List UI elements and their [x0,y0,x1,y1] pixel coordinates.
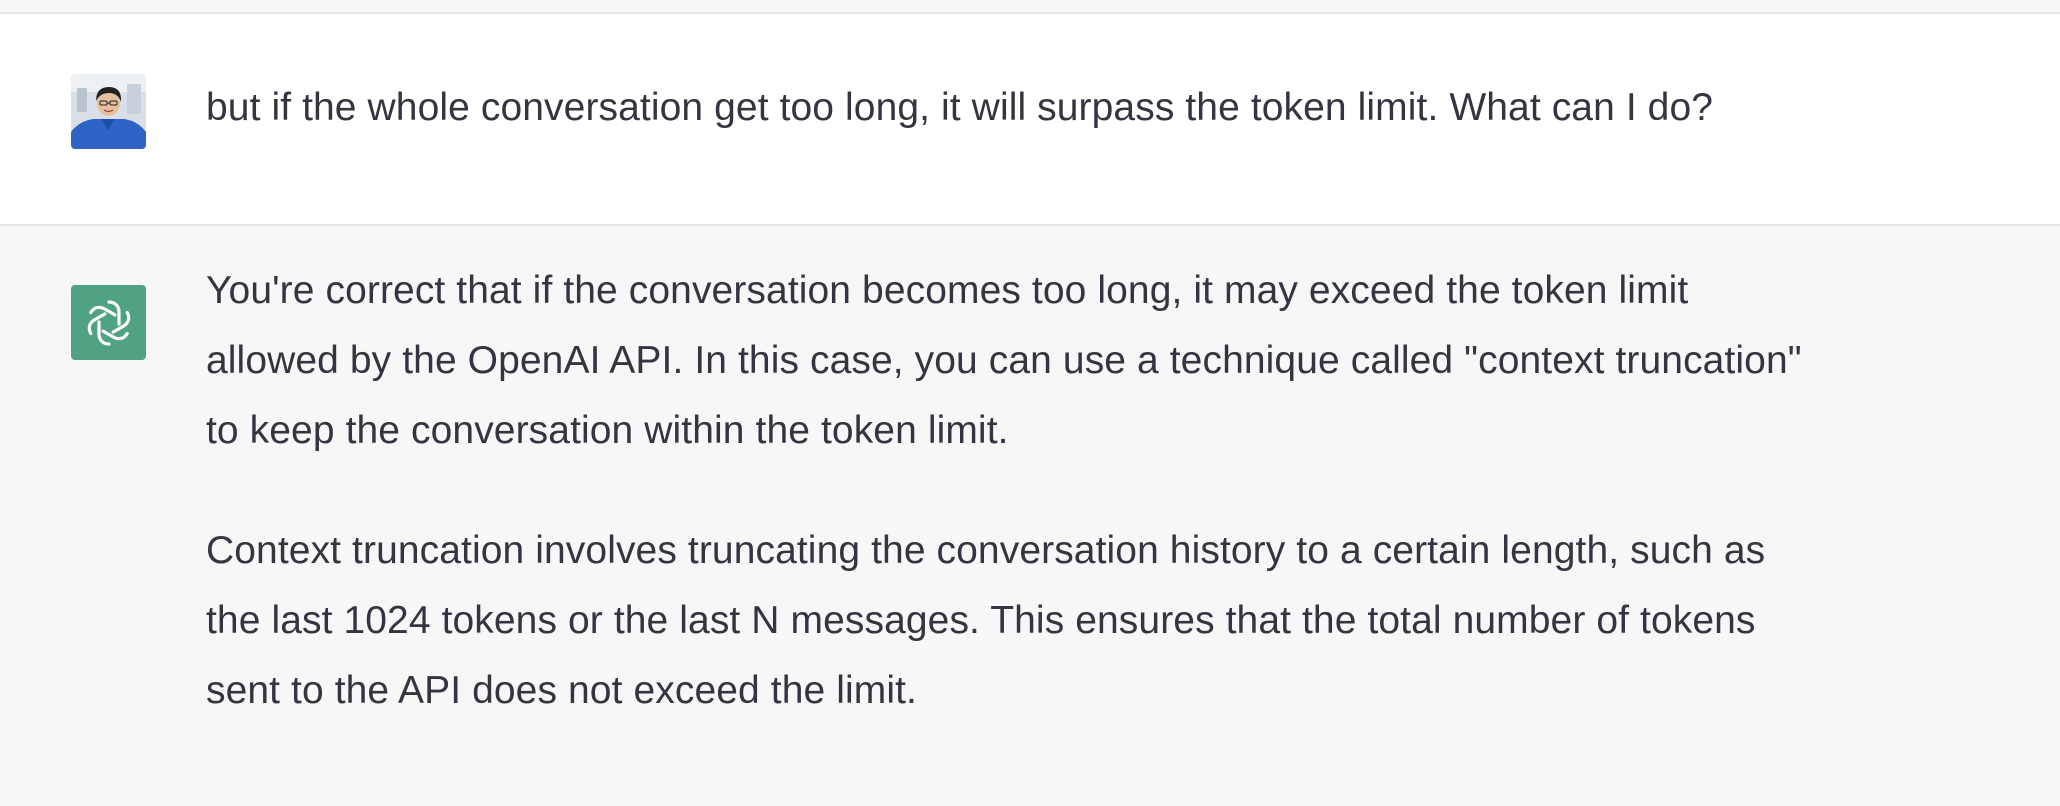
user-avatar [71,74,146,149]
assistant-message-row: You're correct that if the conversation … [0,226,2060,806]
user-message-text: but if the whole conversation get too lo… [206,86,1714,129]
previous-message-edge [0,0,2060,14]
assistant-paragraph: Context truncation involves truncating t… [206,529,1766,712]
user-message-row: but if the whole conversation get too lo… [0,14,2060,226]
assistant-message-text: You're correct that if the conversation … [206,256,1806,776]
user-photo-avatar [71,74,146,149]
openai-logo-icon [87,299,130,346]
assistant-paragraph: You're correct that if the conversation … [206,269,1802,452]
assistant-avatar [71,285,146,360]
